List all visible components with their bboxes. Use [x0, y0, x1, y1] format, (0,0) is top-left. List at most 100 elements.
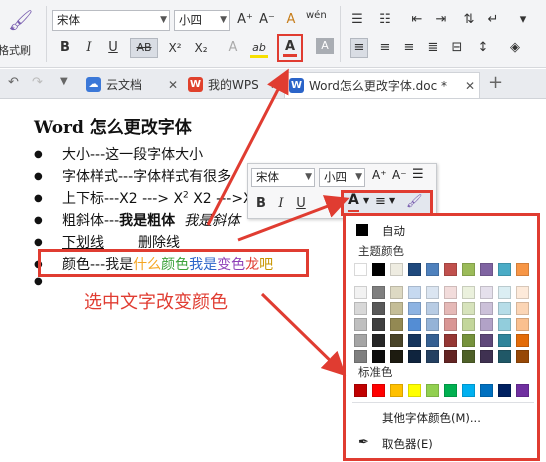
char-shading-button[interactable]: A [316, 38, 334, 54]
standard-color-swatch[interactable] [516, 384, 529, 397]
decrease-indent-button[interactable]: ⇤ [408, 10, 426, 30]
theme-color-swatch[interactable] [462, 263, 475, 276]
mini-bold-button[interactable]: B [252, 194, 270, 214]
standard-color-swatch[interactable] [408, 384, 421, 397]
increase-indent-button[interactable]: ⇥ [432, 10, 450, 30]
close-icon[interactable]: ✕ [168, 72, 178, 98]
theme-shade-swatch[interactable] [372, 286, 385, 299]
standard-color-swatch[interactable] [372, 384, 385, 397]
standard-color-swatch[interactable] [480, 384, 493, 397]
shrink-font-button[interactable]: A⁻ [258, 10, 276, 30]
line-spacing-icon[interactable]: ☰ [412, 167, 424, 182]
theme-shade-swatch[interactable] [480, 334, 493, 347]
theme-shade-swatch[interactable] [372, 350, 385, 363]
standard-color-swatch[interactable] [426, 384, 439, 397]
theme-shade-swatch[interactable] [408, 302, 421, 315]
theme-shade-swatch[interactable] [390, 302, 403, 315]
theme-shade-swatch[interactable] [426, 286, 439, 299]
theme-shade-swatch[interactable] [480, 350, 493, 363]
more-colors-option[interactable]: 其他字体颜色(M)... [382, 410, 481, 426]
theme-shade-swatch[interactable] [390, 318, 403, 331]
standard-color-swatch[interactable] [354, 384, 367, 397]
theme-color-swatch[interactable] [498, 263, 511, 276]
strikethrough-button[interactable]: AB [130, 38, 158, 58]
standard-color-swatch[interactable] [462, 384, 475, 397]
shrink-font-icon[interactable]: A⁻ [392, 168, 407, 182]
theme-shade-swatch[interactable] [372, 334, 385, 347]
theme-shade-swatch[interactable] [462, 286, 475, 299]
bullet-list-button[interactable]: ☰ [348, 10, 366, 30]
font-size-select[interactable]: 小四 ▼ [174, 10, 230, 31]
theme-shade-swatch[interactable] [354, 334, 367, 347]
undo-icon[interactable]: ↶ [8, 75, 19, 90]
clear-format-button[interactable]: A [282, 10, 300, 30]
align-right-button[interactable]: ≡ [400, 38, 418, 58]
font-color-button[interactable]: A [277, 34, 303, 62]
theme-shade-swatch[interactable] [480, 302, 493, 315]
theme-shade-swatch[interactable] [390, 334, 403, 347]
theme-shade-swatch[interactable] [516, 334, 529, 347]
theme-shade-swatch[interactable] [444, 302, 457, 315]
theme-shade-swatch[interactable] [426, 334, 439, 347]
font-name-select[interactable]: 宋体 ▼ [52, 10, 170, 31]
underline-button[interactable]: U [104, 38, 122, 58]
theme-shade-swatch[interactable] [462, 318, 475, 331]
theme-shade-swatch[interactable] [426, 302, 439, 315]
paintbrush-icon[interactable]: 🖌 [406, 194, 423, 209]
theme-shade-swatch[interactable] [408, 318, 421, 331]
fill-color-button[interactable]: ◈ [506, 38, 524, 58]
highlight-button[interactable]: ab [250, 38, 268, 58]
theme-shade-swatch[interactable] [498, 286, 511, 299]
subscript-button[interactable]: X₂ [192, 38, 210, 58]
mini-underline-button[interactable]: U [292, 194, 310, 214]
theme-shade-swatch[interactable] [426, 350, 439, 363]
standard-color-swatch[interactable] [444, 384, 457, 397]
theme-shade-swatch[interactable] [462, 302, 475, 315]
theme-color-swatch[interactable] [480, 263, 493, 276]
theme-shade-swatch[interactable] [372, 318, 385, 331]
theme-color-swatch[interactable] [372, 263, 385, 276]
theme-shade-swatch[interactable] [516, 302, 529, 315]
theme-shade-swatch[interactable] [516, 350, 529, 363]
chevron-down-icon[interactable]: ▼ [389, 196, 395, 205]
theme-shade-swatch[interactable] [444, 334, 457, 347]
superscript-button[interactable]: X² [166, 38, 184, 58]
theme-shade-swatch[interactable] [498, 350, 511, 363]
tab-current-document[interactable]: W Word怎么更改字体.doc * ✕ [284, 72, 480, 98]
tab-my-wps[interactable]: W 我的WPS ✕ [184, 72, 284, 98]
mini-font-name-select[interactable]: 宋体 ▼ [251, 168, 315, 187]
distributed-button[interactable]: ⊟ [448, 38, 466, 58]
theme-shade-swatch[interactable] [354, 286, 367, 299]
chevron-down-icon[interactable]: ▼ [363, 196, 369, 205]
tab-cloud-docs[interactable]: ☁ 云文档 ✕ [82, 72, 182, 98]
more-options-button[interactable]: ▾ [514, 10, 532, 30]
theme-shade-swatch[interactable] [480, 318, 493, 331]
theme-shade-swatch[interactable] [372, 302, 385, 315]
theme-shade-swatch[interactable] [480, 286, 493, 299]
theme-shade-swatch[interactable] [354, 302, 367, 315]
theme-shade-swatch[interactable] [408, 286, 421, 299]
align-center-button[interactable]: ≡ [376, 38, 394, 58]
justify-button[interactable]: ≣ [424, 38, 442, 58]
theme-shade-swatch[interactable] [408, 350, 421, 363]
auto-color-swatch[interactable] [356, 224, 368, 236]
sort-button[interactable]: ⇅ [460, 10, 478, 30]
theme-shade-swatch[interactable] [516, 318, 529, 331]
mini-font-size-select[interactable]: 小四 ▼ [319, 168, 365, 187]
theme-shade-swatch[interactable] [390, 350, 403, 363]
new-tab-button[interactable]: + [488, 72, 503, 93]
chevron-down-icon[interactable]: ▼ [60, 76, 68, 87]
grow-font-button[interactable]: A⁺ [236, 10, 254, 30]
standard-color-swatch[interactable] [498, 384, 511, 397]
theme-shade-swatch[interactable] [498, 334, 511, 347]
show-marks-button[interactable]: ↵ [484, 10, 502, 30]
theme-color-swatch[interactable] [390, 263, 403, 276]
mini-italic-button[interactable]: I [272, 194, 290, 214]
close-icon[interactable]: ✕ [465, 73, 475, 99]
theme-shade-swatch[interactable] [444, 318, 457, 331]
auto-color-option[interactable]: 自动 [382, 223, 405, 239]
theme-shade-swatch[interactable] [498, 318, 511, 331]
standard-color-swatch[interactable] [390, 384, 403, 397]
grow-font-icon[interactable]: A⁺ [372, 168, 387, 182]
theme-shade-swatch[interactable] [444, 286, 457, 299]
